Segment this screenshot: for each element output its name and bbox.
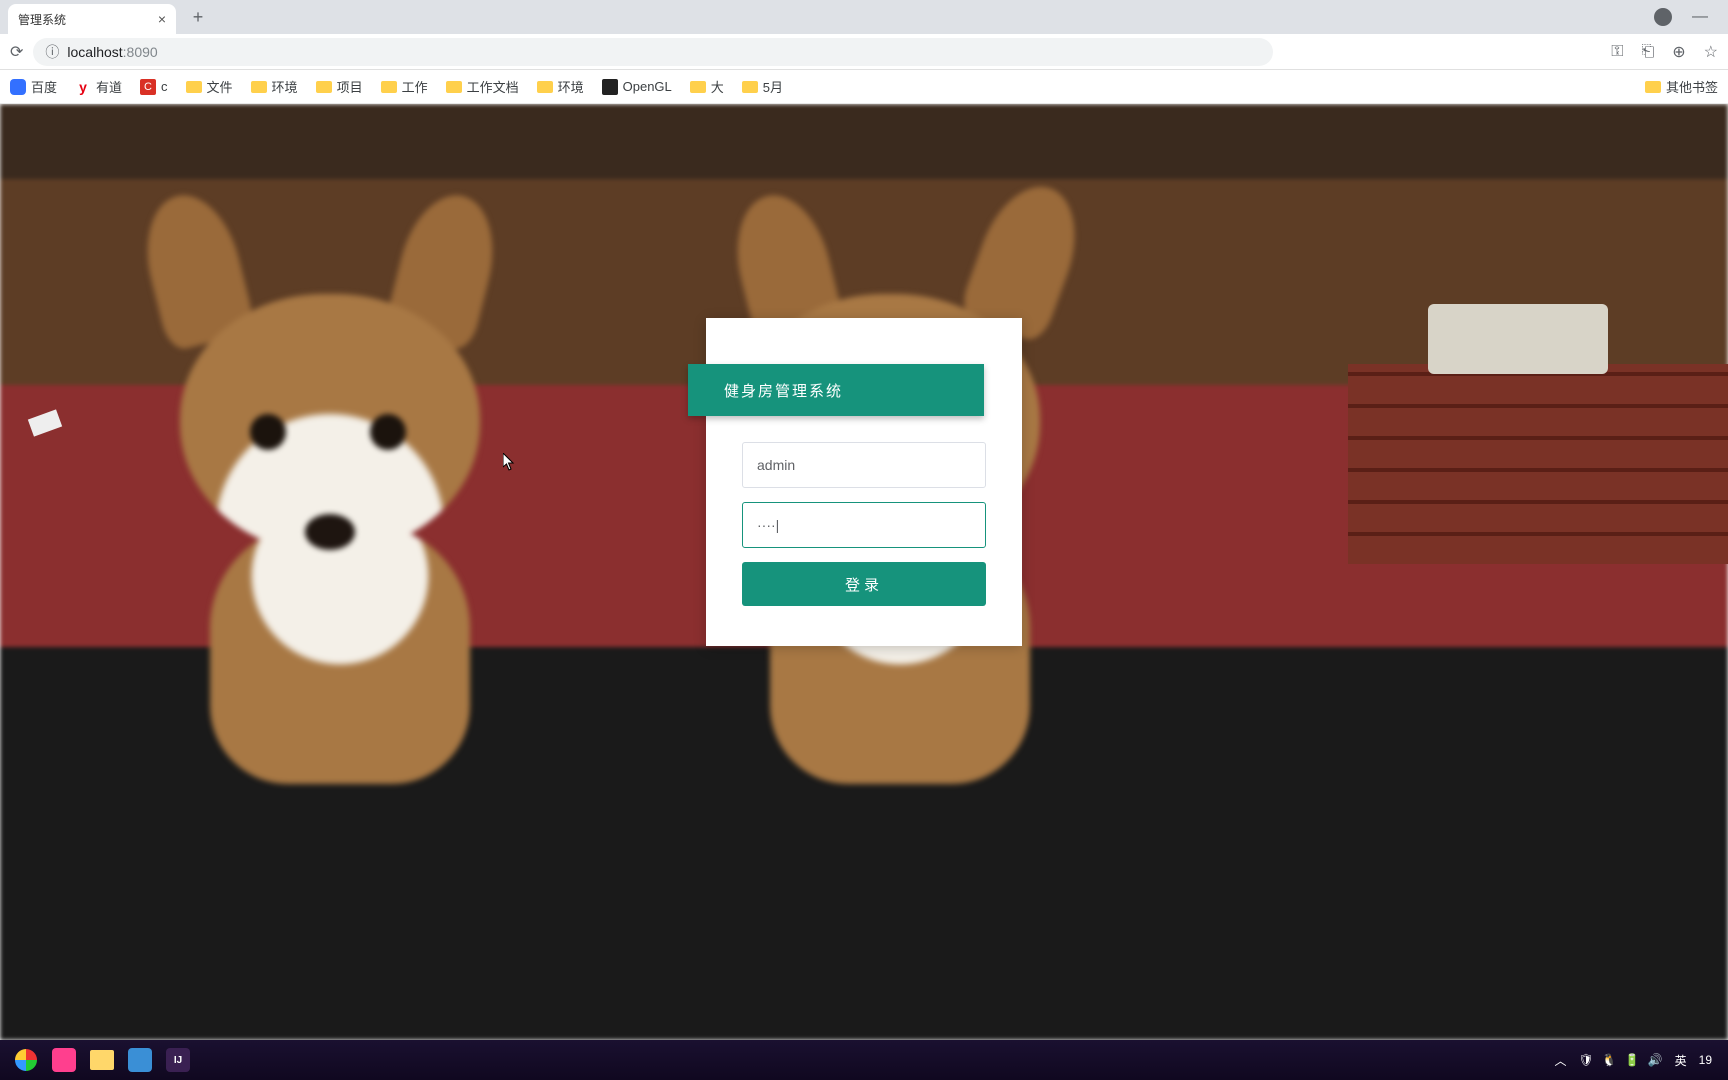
app-icon xyxy=(128,1048,152,1072)
other-bookmarks[interactable]: 其他书签 xyxy=(1645,77,1718,96)
bookmark-folder-da[interactable]: 大 xyxy=(690,77,724,96)
intellij-icon: IJ xyxy=(166,1048,190,1072)
bookmark-youdao[interactable]: y有道 xyxy=(75,77,122,96)
key-icon[interactable]: ⚿ xyxy=(1611,43,1623,61)
login-card: 健身房管理系统 登录 xyxy=(706,318,1022,646)
tray-chevron-icon[interactable]: ︿ xyxy=(1555,1052,1567,1069)
close-icon[interactable]: × xyxy=(158,11,166,27)
folder-icon xyxy=(690,81,706,93)
bookmark-folder-5yue[interactable]: 5月 xyxy=(742,77,783,96)
tray-security-icon[interactable]: 🛡 xyxy=(1579,1053,1594,1067)
browser-tab-strip: 管理系统 × + — xyxy=(0,0,1728,34)
folder-icon xyxy=(186,81,202,93)
bookmark-c[interactable]: Cc xyxy=(140,79,168,95)
background-dog-left xyxy=(120,214,580,774)
tray-battery-icon[interactable]: 🔋 xyxy=(1625,1053,1640,1067)
taskbar-app-explorer[interactable] xyxy=(84,1045,120,1075)
ime-language[interactable]: 英 xyxy=(1675,1052,1687,1069)
reload-icon[interactable]: ⟳ xyxy=(10,42,23,62)
background-brick xyxy=(1348,364,1728,564)
start-button[interactable] xyxy=(8,1045,44,1075)
url-host: localhost xyxy=(67,44,122,60)
browser-tab-active[interactable]: 管理系统 × xyxy=(8,4,176,34)
bookmarks-bar: 百度 y有道 Cc 文件 环境 项目 工作 工作文档 环境 OpenGL 大 5… xyxy=(0,70,1728,104)
login-title: 健身房管理系统 xyxy=(688,364,984,416)
new-tab-button[interactable]: + xyxy=(186,7,210,28)
site-info-icon[interactable]: ⓘ xyxy=(45,42,59,62)
search-icon[interactable]: ⊕ xyxy=(1672,42,1685,62)
folder-icon xyxy=(381,81,397,93)
tray-volume-icon[interactable]: 🔊 xyxy=(1648,1053,1663,1067)
bookmark-folder-gongzuo[interactable]: 工作 xyxy=(381,77,428,96)
folder-icon xyxy=(446,81,462,93)
folder-icon xyxy=(742,81,758,93)
url-bar[interactable]: ⓘ localhost :8090 xyxy=(33,38,1273,66)
y-icon: y xyxy=(75,79,91,95)
taskbar-clock[interactable]: 19 xyxy=(1699,1053,1712,1067)
address-bar-row: ⟳ ⓘ localhost :8090 ⚿ ⎗ ⊕ ☆ xyxy=(0,34,1728,70)
app-icon xyxy=(52,1048,76,1072)
translate-icon[interactable]: ⎗ xyxy=(1641,43,1654,61)
page-content: 健身房管理系统 登录 xyxy=(0,104,1728,1040)
folder-icon xyxy=(251,81,267,93)
folder-icon xyxy=(316,81,332,93)
profile-avatar-icon[interactable] xyxy=(1654,8,1672,26)
taskbar-app-blue[interactable] xyxy=(122,1045,158,1075)
login-button[interactable]: 登录 xyxy=(742,562,986,606)
c-icon: C xyxy=(140,79,156,95)
bookmark-baidu[interactable]: 百度 xyxy=(10,77,57,96)
bookmark-opengl[interactable]: OpenGL xyxy=(602,79,672,95)
folder-icon xyxy=(537,81,553,93)
url-port: :8090 xyxy=(123,44,158,60)
windows-taskbar: IJ ︿ 🛡 🐧 🔋 🔊 英 19 xyxy=(0,1040,1728,1080)
bookmark-star-icon[interactable]: ☆ xyxy=(1704,42,1718,62)
system-tray: 🛡 🐧 🔋 🔊 xyxy=(1579,1053,1663,1067)
username-input[interactable] xyxy=(742,442,986,488)
folder-icon xyxy=(90,1050,114,1070)
bookmark-folder-huanjing1[interactable]: 环境 xyxy=(251,77,298,96)
paw-icon xyxy=(10,79,26,95)
bookmark-folder-huanjing2[interactable]: 环境 xyxy=(537,77,584,96)
bookmark-folder-xiangmu[interactable]: 项目 xyxy=(316,77,363,96)
password-input[interactable] xyxy=(742,502,986,548)
taskbar-app-ide[interactable]: IJ xyxy=(160,1045,196,1075)
background-box xyxy=(1428,304,1608,374)
start-icon xyxy=(15,1049,37,1071)
bookmark-folder-wenjian[interactable]: 文件 xyxy=(186,77,233,96)
minimize-icon[interactable]: — xyxy=(1692,8,1708,26)
opengl-icon xyxy=(602,79,618,95)
folder-icon xyxy=(1645,81,1661,93)
tab-title: 管理系统 xyxy=(18,11,66,28)
taskbar-app-pink[interactable] xyxy=(46,1045,82,1075)
bookmark-folder-gongzuowendang[interactable]: 工作文档 xyxy=(446,77,519,96)
tray-penguin-icon[interactable]: 🐧 xyxy=(1602,1053,1617,1067)
